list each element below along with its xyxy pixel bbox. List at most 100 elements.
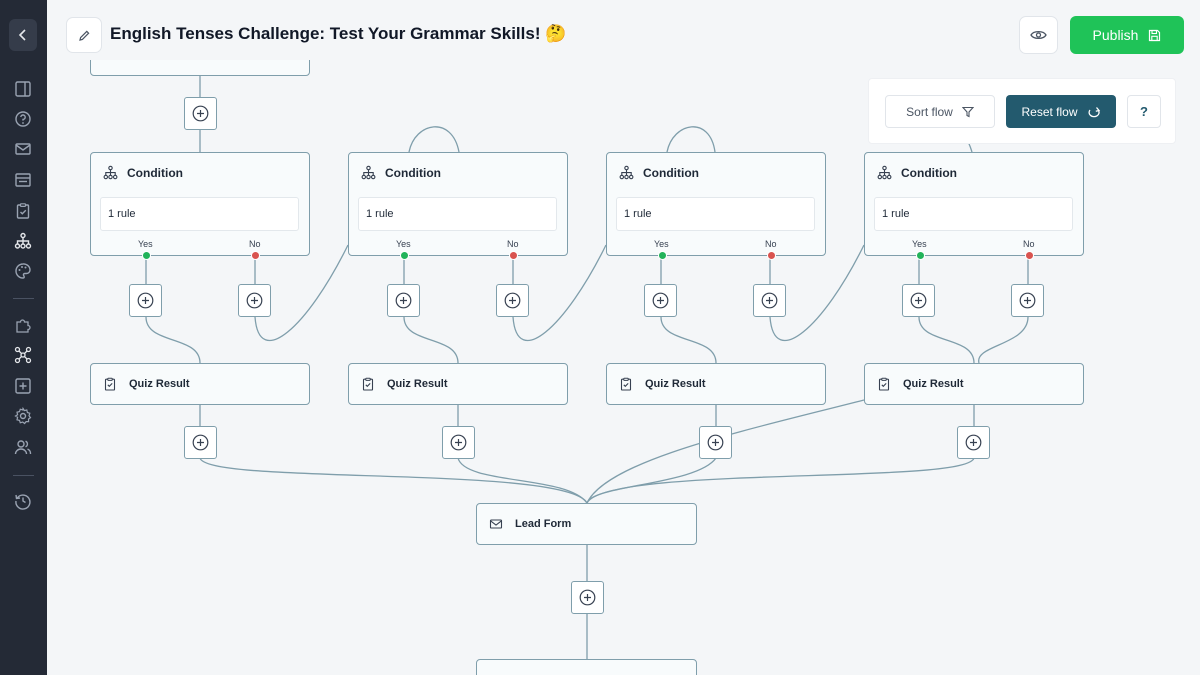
add-step-button[interactable] [644,284,677,317]
add-step-button[interactable] [442,426,475,459]
no-port[interactable] [509,251,518,260]
quiz-result-node[interactable]: Quiz Result [90,363,310,405]
reset-flow-label: Reset flow [1021,104,1078,119]
yes-port[interactable] [400,251,409,260]
no-port[interactable] [251,251,260,260]
yes-port[interactable] [142,251,151,260]
add-step-button[interactable] [184,426,217,459]
condition-node[interactable]: Condition 1 rule Yes No [90,152,310,260]
sidebar-item-form[interactable] [13,170,33,190]
gear-icon [14,407,32,425]
flow-canvas[interactable]: Condition 1 rule Yes No Condition 1 rule… [47,60,1200,675]
back-button[interactable] [9,19,37,51]
history-icon [15,494,31,510]
condition-rule[interactable]: 1 rule [874,197,1073,231]
lead-form-node[interactable]: Lead Form [476,503,697,545]
help-icon [15,111,31,127]
add-step-button[interactable] [1011,284,1044,317]
add-step-button[interactable] [571,581,604,614]
quiz-result-header: Quiz Result [619,377,706,391]
sidebar-item-mail[interactable] [13,139,33,159]
help-button[interactable]: ? [1127,95,1161,128]
no-port[interactable] [1025,251,1034,260]
flow-toolbar: Sort flow Reset flow ? [868,78,1176,144]
clipboard-icon [878,377,890,391]
add-step-button[interactable] [753,284,786,317]
flow-icon [877,165,892,180]
users-icon [14,440,32,455]
condition-rule[interactable]: 1 rule [616,197,815,231]
yes-port[interactable] [916,251,925,260]
lead-form-title: Lead Form [515,518,572,530]
add-step-button[interactable] [387,284,420,317]
sidebar-item-settings[interactable] [13,406,33,426]
sidebar-item-help[interactable] [13,109,33,129]
add-step-button[interactable] [129,284,162,317]
yes-port[interactable] [658,251,667,260]
sidebar [0,0,47,675]
sidebar-item-layout[interactable] [13,79,33,99]
quiz-result-node[interactable]: Quiz Result [864,363,1084,405]
condition-node[interactable]: Condition 1 rule Yes No [348,152,568,260]
lead-form-header: Lead Form [489,517,571,531]
quiz-result-node[interactable]: Quiz Result [606,363,826,405]
condition-header: Condition [103,165,183,180]
condition-header: Condition [619,165,699,180]
add-step-button[interactable] [957,426,990,459]
flow-icon [103,165,118,180]
plus-circle-icon [395,292,412,309]
sidebar-item-connections[interactable] [13,345,33,365]
add-step-button[interactable] [902,284,935,317]
layout-icon [15,81,31,97]
sidebar-item-history[interactable] [13,491,33,511]
condition-node[interactable]: Condition 1 rule Yes No [864,152,1084,260]
sidebar-item-add[interactable] [13,376,33,396]
eye-icon [1030,30,1047,40]
mail-icon [15,143,31,155]
palette-icon [15,263,31,279]
quiz-result-header: Quiz Result [877,377,964,391]
refresh-icon [1087,106,1100,117]
filter-icon [961,106,974,117]
yes-label: Yes [654,239,669,249]
flow-node-partial-top[interactable] [90,60,310,76]
mail-icon [489,519,503,529]
save-icon [1149,29,1161,41]
no-label: No [249,239,261,249]
preview-button[interactable] [1019,16,1058,54]
condition-rule[interactable]: 1 rule [100,197,299,231]
chevron-left-icon [18,29,26,41]
page-title: English Tenses Challenge: Test Your Gram… [110,24,567,43]
condition-rule[interactable]: 1 rule [358,197,557,231]
reset-flow-button[interactable]: Reset flow [1006,95,1116,128]
plus-circle-icon [761,292,778,309]
sidebar-item-team[interactable] [13,437,33,457]
add-step-button[interactable] [699,426,732,459]
plus-circle-icon [450,434,467,451]
yes-label: Yes [138,239,153,249]
flow-node-partial-bottom[interactable] [476,659,697,675]
quiz-result-header: Quiz Result [361,377,448,391]
sort-flow-button[interactable]: Sort flow [885,95,995,128]
quiz-result-title: Quiz Result [387,378,448,390]
plus-circle-icon [246,292,263,309]
edit-title-button[interactable] [66,17,102,53]
sidebar-item-flow[interactable] [13,231,33,251]
condition-header: Condition [361,165,441,180]
add-step-button[interactable] [496,284,529,317]
no-port[interactable] [767,251,776,260]
publish-label: Publish [1092,27,1139,43]
pencil-icon [78,30,89,41]
condition-node[interactable]: Condition 1 rule Yes No [606,152,826,260]
sort-flow-label: Sort flow [906,104,953,119]
sidebar-item-quiz[interactable] [13,201,33,221]
add-step-button[interactable] [238,284,271,317]
sidebar-item-design[interactable] [13,261,33,281]
quiz-result-node[interactable]: Quiz Result [348,363,568,405]
sidebar-item-integrations[interactable] [13,315,33,335]
add-step-button[interactable] [184,97,217,130]
quiz-result-header: Quiz Result [103,377,190,391]
plus-circle-icon [504,292,521,309]
publish-button[interactable]: Publish [1070,16,1184,54]
flow-icon [619,165,634,180]
